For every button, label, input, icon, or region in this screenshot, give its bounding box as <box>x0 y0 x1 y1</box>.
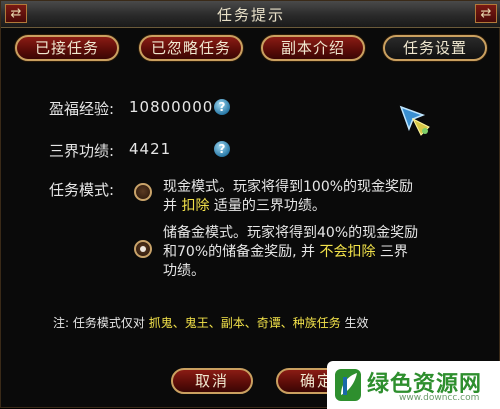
exp-label: 盈福经验: <box>49 100 115 118</box>
title-bar[interactable]: ⇄ 任务提示 ⇄ <box>1 1 500 28</box>
tab-dungeon-intro[interactable]: 副本介绍 <box>261 35 365 61</box>
radio-reserve-mode[interactable] <box>134 240 152 258</box>
site-watermark: 绿色资源网 www.downcc.com <box>327 361 500 409</box>
option-cash-line2: 并 扣除 适量的三界功绩。 <box>163 197 413 216</box>
merit-value: 4421 <box>129 140 172 158</box>
option-cash-line2-pre: 并 <box>163 198 182 214</box>
note-prefix: 注: 任务模式仅对 <box>53 316 149 330</box>
option-reserve-line3: 功绩。 <box>163 263 205 279</box>
note-suffix: 生效 <box>340 316 369 330</box>
no-deduct-highlight: 不会扣除 <box>319 244 376 260</box>
wand-cursor-icon <box>399 105 430 136</box>
tab-accepted-tasks[interactable]: 已接任务 <box>15 35 119 61</box>
option-cash-text: 现金模式。玩家将得到100%的现金奖励 并 扣除 适量的三界功绩。 <box>163 178 413 216</box>
tab-bar: 已接任务 已忽略任务 副本介绍 任务设置 <box>1 35 500 63</box>
mode-label: 任务模式: <box>49 181 115 199</box>
mode-note: 注: 任务模式仅对 抓鬼、鬼王、副本、奇谭、种族任务 生效 <box>53 314 369 331</box>
exp-value: 10800000 <box>129 98 214 116</box>
tab-task-settings[interactable]: 任务设置 <box>383 35 487 61</box>
swap-icon-right[interactable]: ⇄ <box>475 4 497 23</box>
option-cash-line2-post: 适量的三界功绩。 <box>209 198 326 214</box>
option-reserve-text: 储备金模式。玩家将得到40%的现金奖励 和70%的储备金奖励, 并 不会扣除 三… <box>163 224 418 281</box>
option-reserve-line2: 和70%的储备金奖励, 并 不会扣除 三界 <box>163 243 418 262</box>
help-icon[interactable]: ? <box>214 99 230 115</box>
task-dialog: ⇄ 任务提示 ⇄ 已接任务 已忽略任务 副本介绍 任务设置 盈福经验: 1080… <box>0 0 500 409</box>
cancel-button[interactable]: 取消 <box>171 368 253 394</box>
dialog-title: 任务提示 <box>216 6 285 24</box>
option-reserve-line2-post: 三界 <box>375 244 408 260</box>
watermark-url: www.downcc.com <box>399 393 480 403</box>
option-reserve-line1: 储备金模式。玩家将得到40%的现金奖励 <box>163 225 419 241</box>
leaf-logo-icon <box>335 369 361 401</box>
note-items: 抓鬼、鬼王、副本、奇谭、种族任务 <box>148 316 341 330</box>
option-reserve-line2-pre: 和70%的储备金奖励, 并 <box>163 244 320 260</box>
deduct-highlight: 扣除 <box>181 198 210 214</box>
help-icon[interactable]: ? <box>214 141 230 157</box>
merit-label: 三界功绩: <box>49 142 115 160</box>
tab-ignored-tasks[interactable]: 已忽略任务 <box>139 35 243 61</box>
radio-selected-dot <box>140 246 146 252</box>
radio-cash-mode[interactable] <box>134 183 152 201</box>
option-cash-line1: 现金模式。玩家将得到100%的现金奖励 <box>163 179 414 195</box>
